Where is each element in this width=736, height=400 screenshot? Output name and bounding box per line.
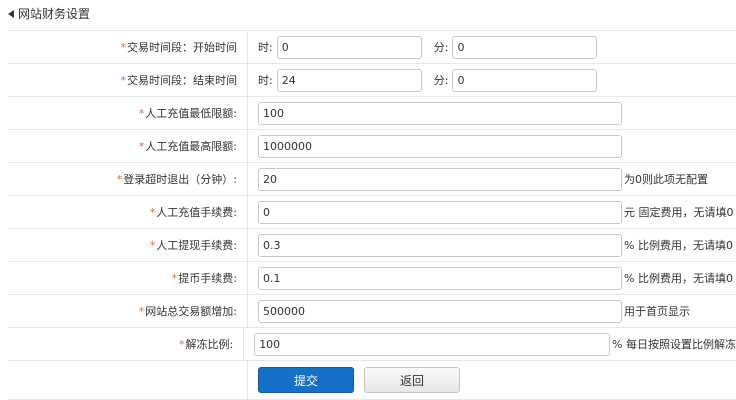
field-label: * 人工充值最高限额: xyxy=(8,130,248,162)
form-actions: 提交 返回 xyxy=(8,361,736,400)
end-minute-input[interactable] xyxy=(452,68,598,92)
field-label: * 解冻比例: xyxy=(8,328,245,360)
field-cell: 用于首页显示 xyxy=(248,295,690,327)
required-mark: * xyxy=(138,139,145,153)
minute-label: 分: xyxy=(433,41,449,54)
field-cell: 时: 分: xyxy=(248,64,598,96)
required-mark: * xyxy=(116,172,123,186)
required-mark: * xyxy=(138,106,145,120)
required-mark: * xyxy=(120,73,127,87)
start-hour-input[interactable] xyxy=(276,35,422,59)
section-title: 网站财务设置 xyxy=(18,7,91,21)
label-text: 人工充值最低限额: xyxy=(145,107,237,120)
login-timeout-input[interactable] xyxy=(258,167,622,191)
label-text: 登录超时退出（分钟）: xyxy=(123,173,237,186)
field-hint: % 每日按照设置比例解冻 xyxy=(612,338,736,351)
field-cell xyxy=(248,97,624,129)
coin-withdraw-fee-input[interactable] xyxy=(258,266,622,290)
field-label: * 网站总交易额增加: xyxy=(8,295,248,327)
field-cell: 元 固定费用，无请填0 xyxy=(248,196,734,228)
actions-cell: 提交 返回 xyxy=(248,361,460,399)
form-row-unfreeze-ratio: *解冻比例: % 每日按照设置比例解冻 xyxy=(8,328,736,361)
form-row-coin-withdraw-fee: *提币手续费: % 比例费用，无请填0 xyxy=(8,262,736,295)
hour-label: 时: xyxy=(258,74,273,87)
tag-icon xyxy=(8,9,14,18)
form-row-max-recharge: * 人工充值最高限额: xyxy=(8,130,736,163)
field-label: * 人工提现手续费: xyxy=(8,229,248,261)
field-hint: % 比例费用，无请填0 xyxy=(624,239,733,252)
recharge-fee-input[interactable] xyxy=(258,200,622,224)
required-mark: * xyxy=(178,337,185,351)
field-hint: % 比例费用，无请填0 xyxy=(624,272,733,285)
label-text: 解冻比例: xyxy=(185,338,234,351)
total-volume-input[interactable] xyxy=(258,299,622,323)
minute-label: 分: xyxy=(433,74,449,87)
required-mark: * xyxy=(120,40,127,54)
required-mark: * xyxy=(149,205,156,219)
hour-label: 时: xyxy=(258,41,273,54)
form-row-min-recharge: * 人工充值最低限额: xyxy=(8,97,736,130)
field-label: * 提币手续费: xyxy=(8,262,248,294)
form-row-login-timeout: *登录超时退出（分钟）: 为0则此项无配置 xyxy=(8,163,736,196)
field-cell: 时: 分: xyxy=(248,31,598,63)
form-row-total-volume: *网站总交易额增加: 用于首页显示 xyxy=(8,295,736,328)
required-mark: * xyxy=(171,271,178,285)
withdraw-fee-input[interactable] xyxy=(258,233,622,257)
field-cell: % 每日按照设置比例解冻 xyxy=(244,328,736,360)
label-text: 交易时间段：开始时间 xyxy=(127,41,237,54)
label-text: 人工充值最高限额: xyxy=(145,140,237,153)
required-mark: * xyxy=(138,304,145,318)
unfreeze-ratio-input[interactable] xyxy=(254,332,611,356)
form-row-trade-start: *交易时间段：开始时间 时: 分: xyxy=(8,31,736,64)
label-text: 人工充值手续费: xyxy=(156,206,237,219)
end-hour-input[interactable] xyxy=(276,68,422,92)
form-row-recharge-fee: *人工充值手续费: 元 固定费用，无请填0 xyxy=(8,196,736,229)
field-label: * 人工充值手续费: xyxy=(8,196,248,228)
field-label: * 人工充值最低限额: xyxy=(8,97,248,129)
required-mark: * xyxy=(149,238,156,252)
field-hint: 元 固定费用，无请填0 xyxy=(624,206,734,219)
label-text: 人工提现手续费: xyxy=(156,239,237,252)
field-cell: 为0则此项无配置 xyxy=(248,163,708,195)
field-label: * 交易时间段：结束时间 xyxy=(8,64,248,96)
label-text: 提币手续费: xyxy=(178,272,237,285)
section-header: 网站财务设置 xyxy=(8,4,90,24)
form-row-trade-end: *交易时间段：结束时间 时: 分: xyxy=(8,64,736,97)
field-label: * 交易时间段：开始时间 xyxy=(8,31,248,63)
submit-button[interactable]: 提交 xyxy=(258,367,354,393)
actions-label-cell xyxy=(8,361,248,399)
field-cell: % 比例费用，无请填0 xyxy=(248,229,733,261)
label-text: 交易时间段：结束时间 xyxy=(127,74,237,87)
field-hint: 用于首页显示 xyxy=(624,305,690,318)
min-recharge-input[interactable] xyxy=(258,101,622,125)
field-cell: % 比例费用，无请填0 xyxy=(248,262,733,294)
back-button[interactable]: 返回 xyxy=(364,367,460,393)
field-cell xyxy=(248,130,624,162)
field-hint: 为0则此项无配置 xyxy=(624,173,708,186)
field-label: * 登录超时退出（分钟）: xyxy=(8,163,248,195)
start-minute-input[interactable] xyxy=(452,35,598,59)
form-row-withdraw-fee: *人工提现手续费: % 比例费用，无请填0 xyxy=(8,229,736,262)
max-recharge-input[interactable] xyxy=(258,134,622,158)
finance-settings-form: *交易时间段：开始时间 时: 分: *交易时间段：结束时间 时: 分: *人工充… xyxy=(8,30,736,400)
label-text: 网站总交易额增加: xyxy=(145,305,237,318)
